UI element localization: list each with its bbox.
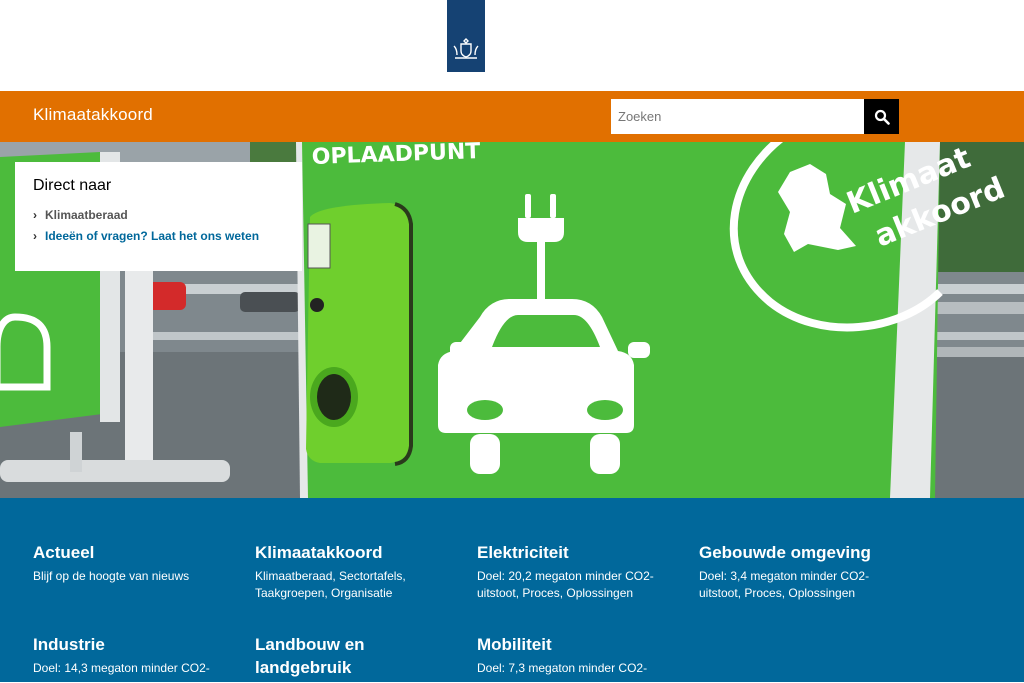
tile-title: Actueel xyxy=(33,543,95,562)
link-label: Klimaatberaad xyxy=(45,208,128,222)
tile-desc: Doel: 3,4 megaton minder CO2-uitstoot, P… xyxy=(699,569,870,600)
tile-title: Mobiliteit xyxy=(477,635,552,654)
direct-naar-box: Direct naar › Klimaatberaad › Ideeën of … xyxy=(15,162,302,271)
tile-desc: Doel: 20,2 megaton minder CO2-uitstoot, … xyxy=(477,569,654,600)
chevron-right-icon: › xyxy=(33,208,37,222)
tile-landbouw[interactable]: Landbouw en landgebruik xyxy=(255,633,405,683)
link-ideeen-vragen[interactable]: › Ideeën of vragen? Laat het ons weten xyxy=(33,229,284,243)
tile-elektriciteit[interactable]: Elektriciteit Doel: 20,2 megaton minder … xyxy=(477,541,667,602)
rijksoverheid-logo[interactable] xyxy=(447,0,485,72)
tile-gebouwde-omgeving[interactable]: Gebouwde omgeving Doel: 3,4 megaton mind… xyxy=(699,541,889,602)
tile-desc: Doel: 7,3 megaton minder CO2- xyxy=(477,661,648,675)
tile-industrie[interactable]: Industrie Doel: 14,3 megaton minder CO2- xyxy=(33,633,243,677)
tile-klimaatakkoord[interactable]: Klimaatakkoord Klimaatberaad, Sectortafe… xyxy=(255,541,425,602)
royal-coat-of-arms-icon xyxy=(453,38,479,59)
tile-mobiliteit[interactable]: Mobiliteit Doel: 7,3 megaton minder CO2- xyxy=(477,633,667,677)
topic-grid: Actueel Blijf op de hoogte van nieuws Kl… xyxy=(0,498,1024,682)
link-label: Ideeën of vragen? Laat het ons weten xyxy=(45,229,260,243)
tile-title: Gebouwde omgeving xyxy=(699,543,871,562)
tile-desc: Doel: 14,3 megaton minder CO2- xyxy=(33,661,210,675)
tile-desc: Blijf op de hoogte van nieuws xyxy=(33,569,190,583)
chevron-right-icon: › xyxy=(33,229,37,243)
tile-title: Elektriciteit xyxy=(477,543,569,562)
direct-naar-title: Direct naar xyxy=(33,177,112,194)
link-klimaatberaad[interactable]: › Klimaatberaad xyxy=(33,208,284,222)
top-logo-band xyxy=(0,0,1024,91)
search-icon xyxy=(874,109,890,125)
tile-desc: Klimaatberaad, Sectortafels, Taakgroepen… xyxy=(255,569,406,600)
tile-title: Industrie xyxy=(33,635,105,654)
tile-title: Klimaatakkoord xyxy=(255,543,383,562)
tile-actueel[interactable]: Actueel Blijf op de hoogte van nieuws xyxy=(33,541,243,585)
search-input[interactable] xyxy=(611,99,865,134)
main-navbar: Klimaatakkoord xyxy=(0,91,1024,142)
search-button[interactable] xyxy=(864,99,899,134)
tile-title: Landbouw en landgebruik xyxy=(255,635,365,677)
site-title[interactable]: Klimaatakkoord xyxy=(33,105,153,125)
